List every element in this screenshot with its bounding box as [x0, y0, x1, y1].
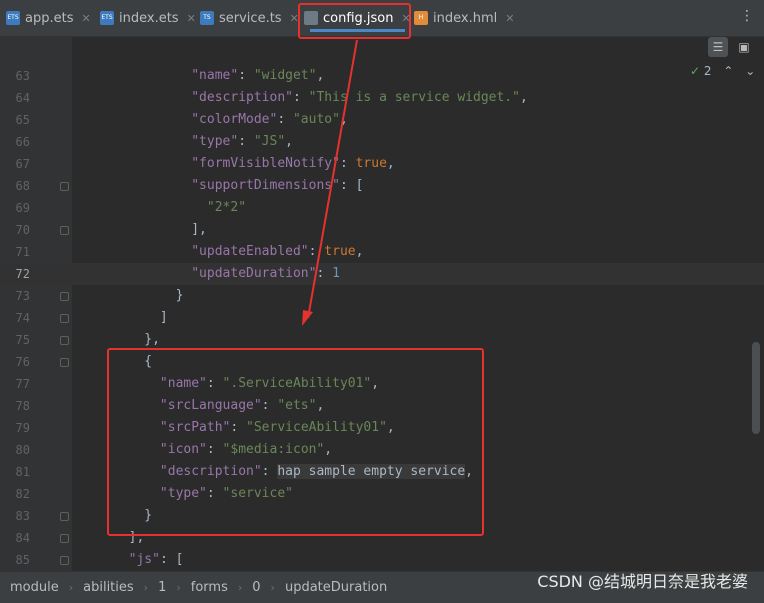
annotation-arrow	[302, 39, 358, 326]
